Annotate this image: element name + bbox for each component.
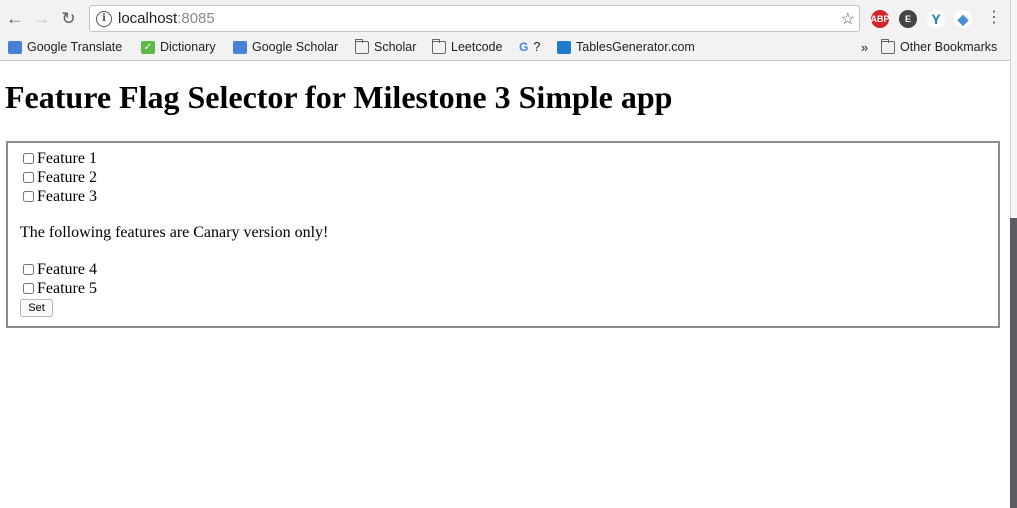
bookmark-label: Leetcode xyxy=(451,40,503,54)
adblock-plus-icon[interactable]: ABP xyxy=(871,10,890,28)
browser-chrome: ← → ↻ i localhost:8085 ☆ ABP E Y ◆ ⋮ Goo… xyxy=(0,0,1010,61)
bookmark-other-bookmarks[interactable]: Other Bookmarks xyxy=(881,38,997,56)
page-title: Feature Flag Selector for Milestone 3 Si… xyxy=(5,79,673,115)
bookmark-label: Scholar xyxy=(374,40,417,54)
feature-5-option[interactable]: Feature 5 xyxy=(23,279,97,298)
set-button[interactable]: Set xyxy=(20,299,53,317)
vue-devtools-icon[interactable]: Y xyxy=(927,10,945,28)
window-edge-dark xyxy=(1010,218,1017,508)
window-edge-light xyxy=(1010,0,1017,218)
info-icon[interactable]: i xyxy=(96,10,112,27)
feature-2-option[interactable]: Feature 2 xyxy=(23,168,97,187)
feature-3-option[interactable]: Feature 3 xyxy=(23,187,97,206)
tables-generator-icon xyxy=(557,40,571,54)
background-window-edge xyxy=(1010,0,1017,508)
bookmark-google-translate[interactable]: Google Translate xyxy=(8,38,122,56)
back-button[interactable]: ← xyxy=(1,6,28,33)
forward-button[interactable]: → xyxy=(28,6,55,33)
folder-icon xyxy=(881,38,895,54)
checkmark-icon: ✓ xyxy=(141,40,155,54)
bookmarks-bar: Google Translate ✓ Dictionary Google Sch… xyxy=(0,38,1010,58)
bookmark-folder-leetcode[interactable]: Leetcode xyxy=(432,38,502,56)
feature-label: Feature 3 xyxy=(37,187,97,205)
bookmark-dictionary[interactable]: ✓ Dictionary xyxy=(141,38,216,56)
menu-dots-icon[interactable]: ⋮ xyxy=(986,8,1002,28)
bookmark-label: Google Scholar xyxy=(252,40,339,54)
url-host: localhost xyxy=(118,10,178,27)
google-scholar-icon xyxy=(233,40,247,54)
google-g-icon: G xyxy=(519,40,529,54)
feature-2-checkbox[interactable] xyxy=(23,172,34,183)
canary-note: The following features are Canary versio… xyxy=(20,224,329,241)
feature-label: Feature 4 xyxy=(37,260,97,278)
feature-4-checkbox[interactable] xyxy=(23,264,34,275)
google-translate-icon xyxy=(8,40,22,54)
feature-label: Feature 2 xyxy=(37,168,97,186)
bookmark-folder-scholar[interactable]: Scholar xyxy=(355,38,416,56)
folder-icon xyxy=(432,38,446,54)
bookmark-label: TablesGenerator.com xyxy=(576,40,695,54)
feature-5-checkbox[interactable] xyxy=(23,283,34,294)
url-port: :8085 xyxy=(177,10,215,27)
bookmark-label: Other Bookmarks xyxy=(900,40,998,54)
evernote-icon[interactable]: E xyxy=(899,10,917,28)
feature-1-option[interactable]: Feature 1 xyxy=(23,149,97,168)
bookmark-google-question[interactable]: G ? xyxy=(519,38,540,56)
bookmark-label: Google Translate xyxy=(27,40,123,54)
bookmark-star-icon[interactable]: ☆ xyxy=(841,9,855,29)
feature-4-option[interactable]: Feature 4 xyxy=(23,260,97,279)
address-bar[interactable]: i localhost:8085 ☆ xyxy=(89,5,860,32)
bookmarks-overflow-button[interactable]: » xyxy=(861,38,868,56)
bookmark-tables-generator[interactable]: TablesGenerator.com xyxy=(557,38,695,56)
reload-button[interactable]: ↻ xyxy=(55,6,82,33)
page-content: Feature Flag Selector for Milestone 3 Si… xyxy=(0,61,1010,508)
feature-3-checkbox[interactable] xyxy=(23,191,34,202)
feature-label: Feature 5 xyxy=(37,279,97,297)
bookmark-label: Dictionary xyxy=(160,40,216,54)
feature-label: Feature 1 xyxy=(37,149,97,167)
feature-1-checkbox[interactable] xyxy=(23,153,34,164)
feature-form: Feature 1 Feature 2 Feature 3 The follow… xyxy=(6,141,1000,328)
diamond-extension-icon[interactable]: ◆ xyxy=(954,10,972,28)
bookmark-label: ? xyxy=(533,40,541,54)
bookmark-google-scholar[interactable]: Google Scholar xyxy=(233,38,338,56)
folder-icon xyxy=(355,38,369,54)
